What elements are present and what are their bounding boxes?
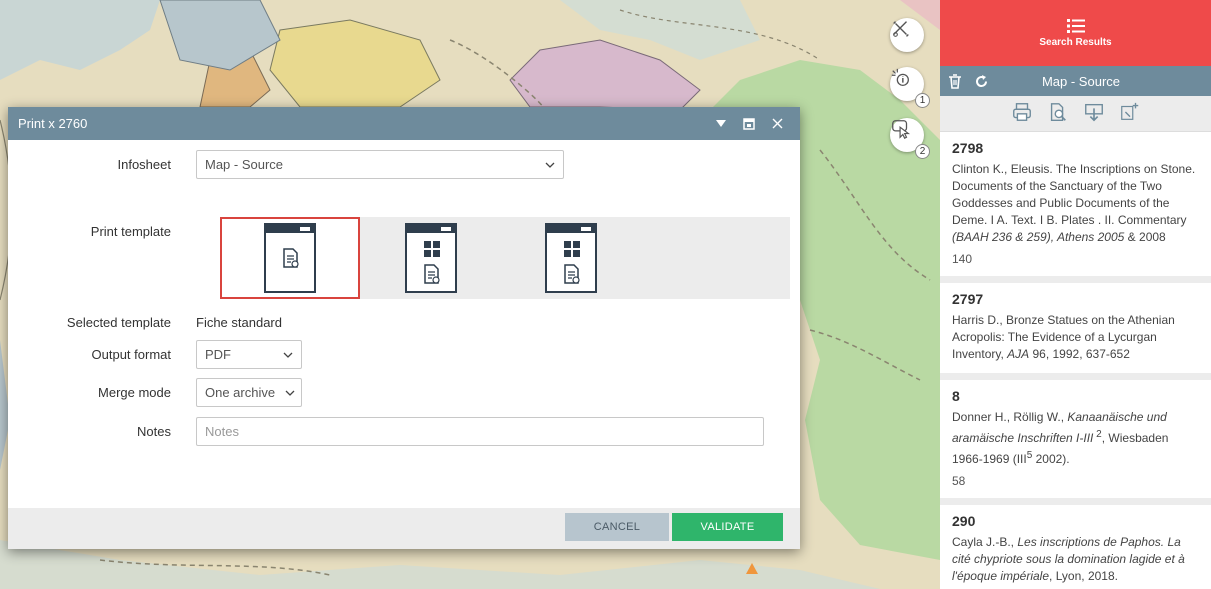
result-description: Clinton K., Eleusis. The Inscriptions on… [952, 162, 1196, 244]
result-count: 140 [952, 252, 973, 266]
info-click-icon [891, 68, 909, 86]
window-restore-icon [743, 117, 755, 130]
add-to-selection-button[interactable] [1119, 101, 1141, 126]
infosheet-label: Infosheet [117, 157, 172, 172]
chevron-down-icon [545, 162, 555, 168]
result-item[interactable]: 8 Donner H., Röllig W., Kanaanäische und… [940, 380, 1211, 505]
panel-toolbar: Map - Source [940, 66, 1211, 96]
info-tool-badge: 1 [915, 93, 930, 108]
result-count: 58 [952, 474, 966, 488]
selected-template-value: Fiche standard [196, 314, 282, 330]
result-item[interactable]: 2798 Clinton K., Eleusis. The Inscriptio… [940, 132, 1211, 283]
merge-mode-row: Merge mode One archive (ZIP) [8, 378, 800, 407]
result-number: 290 [952, 513, 976, 529]
selected-template-row: Selected template Fiche standard [8, 314, 800, 330]
template-picker [220, 217, 790, 299]
result-item[interactable]: 2797 Harris D., Bronze Statues on the At… [940, 283, 1211, 380]
template-option-grid-2[interactable] [501, 217, 641, 299]
add-selection-icon [1120, 102, 1138, 120]
infosheet-value: Map - Source [205, 157, 284, 172]
result-description: Cayla J.-B., Les inscriptions de Paphos.… [952, 535, 1185, 583]
zoom-to-button[interactable] [1047, 101, 1069, 126]
panel-title: Map - Source [1041, 73, 1121, 89]
merge-mode-value: One archive (ZIP) [205, 385, 279, 400]
list-icon [1066, 19, 1085, 33]
delete-button[interactable] [948, 73, 962, 89]
cancel-button[interactable]: CANCEL [565, 513, 669, 541]
panel-actions [940, 96, 1211, 132]
validate-button[interactable]: VALIDATE [672, 513, 783, 541]
refresh-icon [976, 74, 988, 87]
output-format-value: PDF [205, 347, 231, 362]
result-number: 8 [952, 388, 960, 404]
select-tool-badge: 2 [915, 144, 930, 159]
print-dialog: Print x 2760 Infosheet Map - Source Prin… [8, 107, 800, 549]
template-option-standard[interactable] [220, 217, 360, 299]
output-format-select[interactable]: PDF [196, 340, 302, 369]
refresh-button[interactable] [974, 74, 989, 89]
result-item[interactable]: 290 Cayla J.-B., Les inscriptions de Pap… [940, 505, 1211, 589]
search-results-label: Search Results [1039, 37, 1112, 48]
selected-template-label: Selected template [66, 314, 171, 330]
export-button[interactable] [1083, 101, 1105, 126]
notes-label: Notes [137, 424, 171, 439]
collapse-button[interactable] [708, 111, 734, 137]
trash-icon [949, 73, 961, 89]
printer-icon [1012, 103, 1031, 121]
caret-down-icon [716, 119, 726, 127]
chevron-down-icon [283, 352, 293, 358]
result-description: Donner H., Röllig W., Kanaanäische und a… [952, 410, 1169, 466]
dialog-header: Print x 2760 [8, 107, 800, 140]
dialog-footer: CANCEL VALIDATE [8, 508, 800, 549]
print-button[interactable] [1011, 101, 1033, 126]
info-tool-button[interactable]: 1 [890, 67, 930, 108]
notes-input[interactable] [196, 417, 764, 446]
result-number: 2798 [952, 140, 984, 156]
close-icon [772, 118, 782, 129]
dialog-body: Infosheet Map - Source Print template Se… [8, 140, 800, 508]
template-grid-document-icon [545, 223, 597, 293]
zoom-document-icon [1050, 103, 1066, 121]
template-option-grid-1[interactable] [361, 217, 501, 299]
chevron-down-icon [285, 390, 295, 396]
infosheet-row: Infosheet Map - Source [8, 150, 800, 179]
maximize-button[interactable] [736, 111, 762, 137]
measure-tool-button[interactable] [890, 18, 924, 52]
output-format-row: Output format PDF [8, 340, 800, 369]
select-tool-button[interactable]: 2 [890, 118, 930, 159]
measure-ruler-icon [893, 21, 909, 37]
export-download-icon [1084, 103, 1103, 122]
result-description: Harris D., Bronze Statues on the Athenia… [952, 313, 1175, 361]
template-grid-document-icon [405, 223, 457, 293]
template-document-icon [264, 223, 316, 293]
print-template-label: Print template [90, 224, 171, 239]
dialog-title: Print x 2760 [18, 116, 88, 131]
merge-mode-label: Merge mode [98, 385, 171, 400]
output-format-label: Output format [91, 347, 171, 362]
merge-mode-select[interactable]: One archive (ZIP) [196, 378, 302, 407]
search-results-tab[interactable]: Search Results [940, 0, 1211, 66]
infosheet-select[interactable]: Map - Source [196, 150, 564, 179]
result-number: 2797 [952, 291, 984, 307]
results-list: 2798 Clinton K., Eleusis. The Inscriptio… [940, 132, 1211, 589]
close-button[interactable] [764, 111, 790, 137]
search-results-panel: Search Results Map - Source 2798 Clinton… [940, 0, 1211, 589]
notes-row: Notes [8, 417, 800, 446]
select-pointer-icon [892, 120, 911, 139]
